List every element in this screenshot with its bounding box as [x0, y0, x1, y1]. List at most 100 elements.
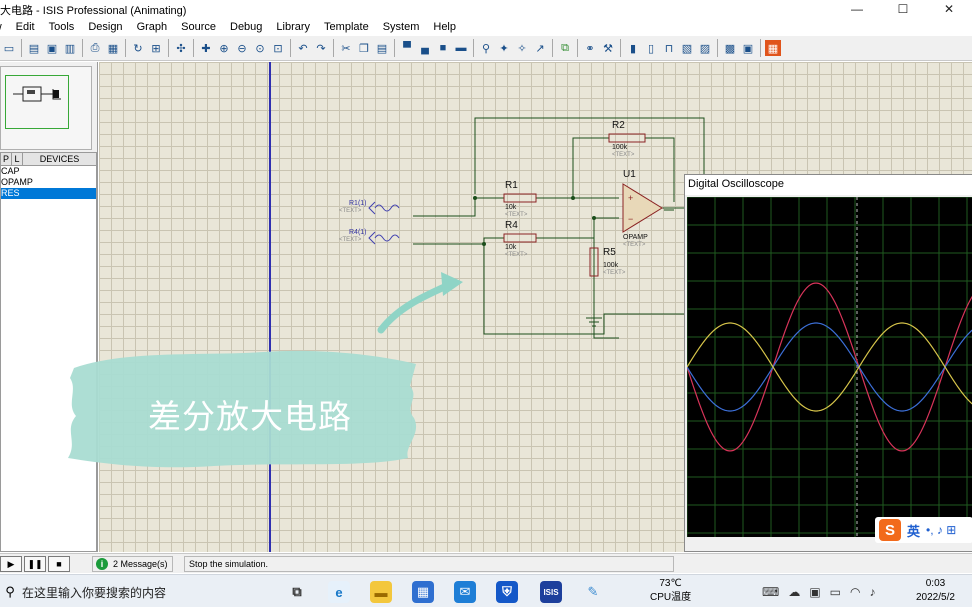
new-sheet-icon[interactable]: ▮	[625, 40, 641, 56]
opamp-plus-pin: +	[628, 193, 633, 203]
pick-device-icon[interactable]: ⚲	[478, 40, 494, 56]
netlist-icon[interactable]: ▩	[722, 40, 738, 56]
maximize-button[interactable]: ☐	[880, 0, 926, 18]
menu-library[interactable]: Library	[269, 21, 317, 33]
exit-parent-icon[interactable]: ⊓	[661, 40, 677, 56]
zoom-in-icon[interactable]: ⊕	[216, 40, 232, 56]
status-bar: ▶ ❚❚ ■ i 2 Message(s) Stop the simulatio…	[0, 553, 972, 573]
resistor-r2[interactable]	[608, 133, 646, 143]
block-rotate-icon[interactable]: ■	[435, 40, 451, 56]
ime-toolbar[interactable]: S 英 •, ♪ ⊞	[875, 517, 972, 543]
source-r1-text: <TEXT>	[339, 208, 362, 214]
menu-system[interactable]: System	[376, 21, 427, 33]
isis-app-icon[interactable]: ISIS	[540, 581, 562, 603]
ares-export-icon[interactable]: ▦	[765, 40, 781, 56]
overview-window[interactable]	[0, 66, 92, 150]
menu-source[interactable]: Source	[174, 21, 223, 33]
ime-extra[interactable]: •, ♪ ⊞	[926, 523, 956, 537]
r1-value-label: 10k	[505, 204, 517, 211]
cpu-temperature[interactable]: 73℃ CPU温度	[650, 577, 691, 605]
store-icon[interactable]: ▦	[412, 581, 434, 603]
remove-sheet-icon[interactable]: ▯	[643, 40, 659, 56]
menu-tools[interactable]: Tools	[42, 21, 82, 33]
import-icon[interactable]: ▥	[62, 40, 78, 56]
area-icon[interactable]: ▦	[105, 40, 121, 56]
open-icon[interactable]: ▤	[26, 40, 42, 56]
library-manager-button[interactable]: L	[12, 153, 23, 165]
print-icon[interactable]: ⎙	[87, 40, 103, 56]
clock[interactable]: 0:03 2022/5/2	[916, 577, 955, 605]
save-icon[interactable]: ▣	[44, 40, 60, 56]
menu-help[interactable]: Help	[426, 21, 463, 33]
refresh-icon[interactable]: ↻	[130, 40, 146, 56]
block-delete-icon[interactable]: ▬	[453, 40, 469, 56]
decompose-icon[interactable]: ↗	[532, 40, 548, 56]
device-item-res[interactable]: RES	[1, 188, 96, 199]
play-button[interactable]: ▶	[0, 556, 22, 572]
wifi-icon[interactable]: ◠	[850, 585, 860, 599]
edge-icon[interactable]: e	[328, 581, 350, 603]
pick-devices-button[interactable]: P	[1, 153, 12, 165]
block-copy-icon[interactable]: ▀	[399, 40, 415, 56]
make-device-icon[interactable]: ✦	[496, 40, 512, 56]
menu-template[interactable]: Template	[317, 21, 376, 33]
menu-edit[interactable]: Edit	[9, 21, 42, 33]
erc-icon[interactable]: ▨	[697, 40, 713, 56]
screen-icon[interactable]: ▣	[809, 585, 820, 599]
new-file-icon[interactable]: ▭	[1, 40, 17, 56]
resistor-r1[interactable]	[503, 193, 537, 203]
oscilloscope-window[interactable]: Digital Oscilloscope S 英 •, ♪ ⊞	[684, 174, 972, 552]
pause-button[interactable]: ❚❚	[24, 556, 46, 572]
undo-icon[interactable]: ↶	[295, 40, 311, 56]
opamp-u1[interactable]	[622, 183, 663, 233]
sogou-icon[interactable]: S	[879, 519, 901, 541]
devices-header: P L DEVICES	[0, 152, 97, 166]
pan-icon[interactable]: ✚	[198, 40, 214, 56]
origin-icon[interactable]: ✣	[173, 40, 189, 56]
cut-icon[interactable]: ✂	[338, 40, 354, 56]
cloud-icon[interactable]: ☁	[788, 585, 800, 599]
property-tool-icon[interactable]: ⚒	[600, 40, 616, 56]
search-tag-icon[interactable]: ⚭	[582, 40, 598, 56]
zoom-out-icon[interactable]: ⊖	[234, 40, 250, 56]
block-move-icon[interactable]: ▄	[417, 40, 433, 56]
menu-view[interactable]: View	[0, 21, 9, 33]
copy-icon[interactable]: ❐	[356, 40, 372, 56]
stop-button[interactable]: ■	[48, 556, 70, 572]
minimize-button[interactable]: —	[834, 0, 880, 18]
device-item-cap[interactable]: CAP	[1, 166, 96, 177]
source-terminals	[368, 201, 376, 245]
keyboard-icon[interactable]: ⌨	[762, 585, 779, 599]
taskbar: ⚲ 在这里输入你要搜索的内容 ⧉ e ▬ ▦ ✉ ⛨ ISIS ✎ 73℃ CP…	[0, 574, 972, 607]
u1-ref-label: U1	[623, 169, 636, 180]
file-explorer-icon[interactable]: ▬	[370, 581, 392, 603]
menu-debug[interactable]: Debug	[223, 21, 269, 33]
proteus-pen-icon[interactable]: ✎	[582, 581, 604, 603]
toolbar-separator	[473, 39, 474, 57]
wire-autorouter-icon[interactable]: ⧉	[557, 40, 573, 56]
paste-icon[interactable]: ▤	[374, 40, 390, 56]
resistor-r4[interactable]	[503, 233, 537, 243]
redo-icon[interactable]: ↷	[313, 40, 329, 56]
battery-icon[interactable]: ▭	[830, 585, 841, 599]
ime-language[interactable]: 英	[907, 521, 920, 540]
defender-icon[interactable]: ⛨	[496, 581, 518, 603]
window-controls: — ☐ ✕	[834, 0, 972, 18]
bom-icon[interactable]: ▧	[679, 40, 695, 56]
mail-icon[interactable]: ✉	[454, 581, 476, 603]
packaging-icon[interactable]: ✧	[514, 40, 530, 56]
close-button[interactable]: ✕	[926, 0, 972, 18]
task-view-icon[interactable]: ⧉	[286, 581, 308, 603]
menu-graph[interactable]: Graph	[130, 21, 175, 33]
ares-icon[interactable]: ▣	[740, 40, 756, 56]
zoom-all-icon[interactable]: ⊙	[252, 40, 268, 56]
zoom-area-icon[interactable]: ⊡	[270, 40, 286, 56]
device-item-opamp[interactable]: OPAMP	[1, 177, 96, 188]
toolbar-separator	[168, 39, 169, 57]
taskbar-search[interactable]: ⚲ 在这里输入你要搜索的内容	[0, 581, 276, 603]
messages-indicator[interactable]: i 2 Message(s)	[92, 556, 173, 572]
menu-design[interactable]: Design	[81, 21, 129, 33]
oscilloscope-title[interactable]: Digital Oscilloscope	[685, 175, 972, 195]
volume-icon[interactable]: ♪	[870, 585, 876, 599]
grid-icon[interactable]: ⊞	[148, 40, 164, 56]
